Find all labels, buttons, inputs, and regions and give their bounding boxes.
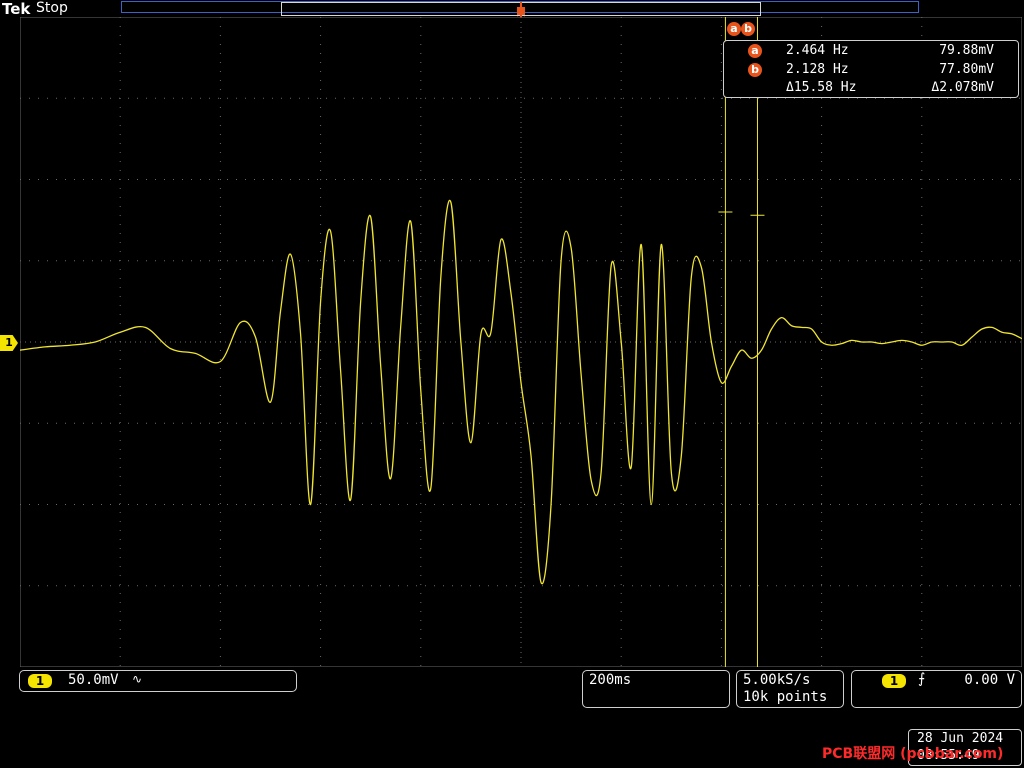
- cursor-badge: a b: [727, 22, 755, 38]
- watermark-text: PCB联盟网 (pcbbar.com): [822, 746, 1004, 762]
- cursor-b-badge: b: [741, 22, 755, 36]
- channel-1-marker[interactable]: 1: [0, 335, 18, 351]
- readout-row-b: b 2.128 Hz 77.80mV: [724, 62, 1018, 80]
- readout-row-delta: Δ15.58 Hz Δ2.078mV: [724, 80, 1018, 98]
- cursor-b-label: b: [748, 63, 762, 77]
- trigger-box[interactable]: 1 ⨍ 0.00 V: [851, 670, 1022, 708]
- cursor-b-freq: 2.128 Hz: [786, 62, 849, 77]
- delta-volt: Δ2.078mV: [931, 80, 994, 95]
- readout-row-a: a 2.464 Hz 79.88mV: [724, 43, 1018, 61]
- cursor-b-volt: 77.80mV: [939, 62, 994, 77]
- trigger-source-badge: 1: [882, 674, 906, 688]
- trigger-level: 0.00 V: [964, 672, 1015, 688]
- brand-logo: Tek: [2, 0, 31, 18]
- cursor-readout-panel: a 2.464 Hz 79.88mV b 2.128 Hz 77.80mV Δ1…: [723, 40, 1019, 98]
- acquisition-status: Stop: [36, 0, 68, 16]
- coupling-icon: ∿: [132, 672, 143, 686]
- channel-1-scale-box[interactable]: 1 50.0mV ∿: [19, 670, 297, 692]
- scope-display[interactable]: [20, 17, 1022, 667]
- delta-freq: Δ15.58 Hz: [786, 80, 857, 95]
- trigger-slope-icon: ⨍: [918, 671, 926, 687]
- channel-1-badge: 1: [28, 674, 52, 688]
- channel-1-scale: 50.0mV: [68, 672, 119, 688]
- sample-rate: 5.00kS/s: [743, 672, 811, 688]
- cursor-a-label: a: [748, 44, 762, 58]
- acquisition-box[interactable]: 5.00kS/s 10k points: [736, 670, 844, 708]
- timebase-value: 200ms: [589, 672, 632, 688]
- record-length: 10k points: [743, 689, 828, 705]
- cursor-a-badge: a: [727, 22, 741, 36]
- cursor-a-volt: 79.88mV: [939, 43, 994, 58]
- cursor-a-freq: 2.464 Hz: [786, 43, 849, 58]
- timebase-box[interactable]: 200ms: [582, 670, 730, 708]
